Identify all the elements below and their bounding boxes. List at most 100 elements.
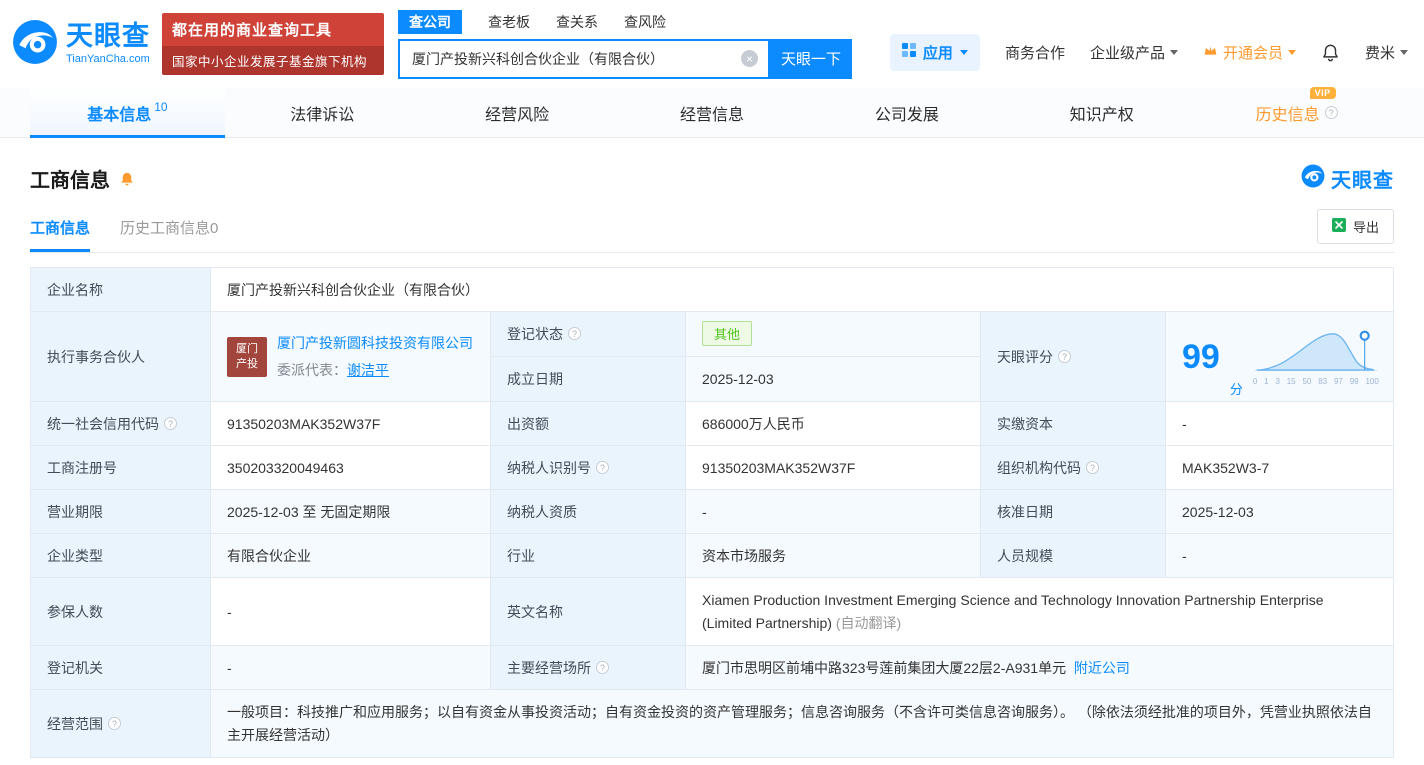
field-label-taxpayer-qualification: 纳税人资质	[491, 490, 686, 534]
chevron-down-icon	[959, 49, 968, 55]
field-value-english-name: Xiamen Production Investment Emerging Sc…	[686, 578, 1394, 646]
subtab-business-info[interactable]: 工商信息	[30, 217, 91, 252]
field-value-establish-date: 2025-12-03	[702, 370, 774, 387]
field-label-english-name: 英文名称	[491, 578, 686, 646]
help-icon[interactable]: ?	[596, 461, 609, 474]
field-label-company-type: 企业类型	[31, 534, 211, 578]
delegate-name-link[interactable]: 谢洁平	[347, 362, 389, 378]
subtab-history-business-info[interactable]: 历史工商信息0	[120, 217, 218, 252]
field-label-business-scope: 经营范围?	[31, 690, 211, 758]
search-tab-boss[interactable]: 查老板	[488, 12, 530, 32]
promo-line-2: 国家中小企业发展子基金旗下机构	[162, 46, 384, 75]
excel-icon	[1331, 218, 1346, 235]
section-watermark-logo: 天眼查	[1301, 164, 1394, 193]
field-label-business-address: 主要经营场所?	[491, 646, 686, 690]
field-label-insured-count: 参保人数	[31, 578, 211, 646]
subscribe-bell-icon[interactable]	[119, 171, 135, 187]
field-label-reg-authority: 登记机关	[31, 646, 211, 690]
top-header: 天眼查 TianYanCha.com 都在用的商业查询工具 国家中小企业发展子基…	[0, 0, 1424, 88]
nearby-companies-link[interactable]: 附近公司	[1074, 658, 1130, 678]
tab-legal-litigation[interactable]: 法律诉讼	[225, 88, 420, 137]
field-value-business-address: 厦门市思明区前埔中路323号莲前集团大厦22层2-A931单元 附近公司	[686, 646, 1394, 690]
help-icon[interactable]: ?	[568, 327, 581, 341]
tianyancha-company-page: 天眼查 TianYanCha.com 都在用的商业查询工具 国家中小企业发展子基…	[0, 0, 1424, 765]
field-label-staff-scale: 人员规模	[981, 534, 1166, 578]
business-cooperation-link[interactable]: 商务合作	[1005, 42, 1065, 63]
field-label-paid-in-capital: 实缴资本	[981, 402, 1166, 446]
chevron-down-icon	[1169, 49, 1178, 55]
export-button[interactable]: 导出	[1316, 209, 1394, 244]
help-icon[interactable]: ?	[1086, 461, 1099, 474]
help-icon[interactable]: ?	[1058, 350, 1071, 363]
search-input[interactable]	[400, 50, 741, 67]
field-label-executive-partner: 执行事务合伙人	[31, 312, 211, 402]
chevron-down-icon	[1287, 49, 1296, 55]
company-nav-tabs: 基本信息 10 法律诉讼 经营风险 经营信息 公司发展 知识产权 历史信息 VI…	[0, 86, 1424, 138]
username: 费米	[1364, 44, 1395, 62]
section-title: 工商信息	[30, 170, 110, 192]
field-value-business-term: 2025-12-03 至 无固定期限	[211, 490, 491, 534]
tianyancha-eye-icon	[1301, 164, 1325, 193]
tab-operation-info[interactable]: 经营信息	[615, 88, 810, 137]
field-label-taxpayer-id: 纳税人识别号?	[491, 446, 686, 490]
apps-grid-icon	[901, 43, 916, 61]
open-membership-link[interactable]: 开通会员	[1203, 42, 1296, 63]
help-icon[interactable]: ?	[596, 661, 609, 674]
field-value-industry: 资本市场服务	[686, 534, 981, 578]
crown-icon	[1203, 44, 1218, 61]
field-value-staff-scale: -	[1166, 534, 1394, 578]
field-value-tianyan-score: 99 分 0 1 3 15 50 83 97 99 100	[1166, 312, 1394, 402]
search-area: 查公司 查老板 查关系 查风险 × 天眼一下	[398, 9, 852, 79]
delegate-prefix: 委派代表：	[277, 362, 347, 378]
section-header: 工商信息 天眼查	[0, 138, 1424, 193]
help-icon[interactable]: ?	[164, 417, 177, 430]
score-axis: 0 1 3 15 50 83 97 99 100	[1252, 376, 1379, 386]
brand-domain: TianYanCha.com	[66, 53, 150, 65]
vip-badge: VIP	[1309, 86, 1336, 99]
search-tab-relation[interactable]: 查关系	[556, 12, 598, 32]
field-value-reg-status: 其他	[686, 312, 980, 357]
search-button[interactable]: 天眼一下	[770, 38, 852, 79]
field-label-reg-number: 工商注册号	[31, 446, 211, 490]
user-menu[interactable]: 费米	[1365, 42, 1408, 63]
help-icon[interactable]: ?	[1324, 106, 1338, 119]
business-info-table: 企业名称 厦门产投新兴科创合伙企业（有限合伙） 执行事务合伙人 厦门 产投 厦门…	[30, 267, 1394, 758]
tab-operation-risk[interactable]: 经营风险	[420, 88, 615, 137]
clear-search-icon[interactable]: ×	[741, 50, 758, 67]
header-right-nav: 应用 商务合作 企业级产品 开通会员 费米	[889, 33, 1408, 71]
apps-menu[interactable]: 应用	[889, 33, 980, 71]
field-value-insured-count: -	[211, 578, 491, 646]
status-badge: 其他	[702, 321, 753, 347]
score-value: 99	[1182, 337, 1220, 376]
enterprise-products-link[interactable]: 企业级产品	[1090, 42, 1178, 63]
subtab-row: 工商信息 历史工商信息0 导出	[30, 209, 1394, 253]
field-value-taxpayer-qualification: -	[686, 490, 981, 534]
tab-history-info[interactable]: 历史信息 VIP ?	[1199, 86, 1394, 137]
field-value-capital: 686000万人民币	[686, 402, 981, 446]
partner-company-logo[interactable]: 厦门 产投	[227, 336, 267, 377]
field-value-approval-date: 2025-12-03	[1166, 490, 1394, 534]
tab-count-badge: 10	[154, 99, 168, 114]
score-unit: 分	[1229, 382, 1243, 397]
search-tab-risk[interactable]: 查风险	[624, 12, 666, 32]
field-value-reg-authority: -	[211, 646, 491, 690]
search-tab-company[interactable]: 查公司	[398, 9, 462, 34]
help-icon[interactable]: ?	[108, 717, 121, 730]
tianyancha-logo[interactable]: 天眼查 TianYanCha.com	[12, 19, 150, 70]
tianyancha-eye-icon	[12, 19, 58, 70]
tab-company-development[interactable]: 公司发展	[809, 88, 1004, 137]
field-value-org-code: MAK352W3-7	[1166, 446, 1394, 490]
field-value-business-scope: 一般项目：科技推广和应用服务；以自有资金从事投资活动；自有资金投资的资产管理服务…	[211, 690, 1394, 758]
field-label-approval-date: 核准日期	[981, 490, 1166, 534]
field-label-industry: 行业	[491, 534, 686, 578]
field-value-executive-partner: 厦门 产投 厦门产投新圆科技投资有限公司 委派代表：谢洁平	[211, 312, 491, 402]
promo-banner: 都在用的商业查询工具 国家中小企业发展子基金旗下机构	[162, 13, 384, 75]
tab-intellectual-property[interactable]: 知识产权	[1004, 88, 1199, 137]
field-label-company-name: 企业名称	[31, 268, 211, 312]
notification-bell-icon[interactable]	[1321, 43, 1340, 62]
status-date-subgrid: 登记状态? 其他 成立日期 2025-12-03	[491, 312, 981, 402]
field-value-company-name: 厦门产投新兴科创合伙企业（有限合伙）	[211, 268, 1394, 312]
partner-company-link[interactable]: 厦门产投新圆科技投资有限公司	[277, 333, 473, 353]
tab-basic-info[interactable]: 基本信息 10	[30, 88, 225, 138]
auto-translate-note: (自动翻译)	[835, 614, 902, 631]
